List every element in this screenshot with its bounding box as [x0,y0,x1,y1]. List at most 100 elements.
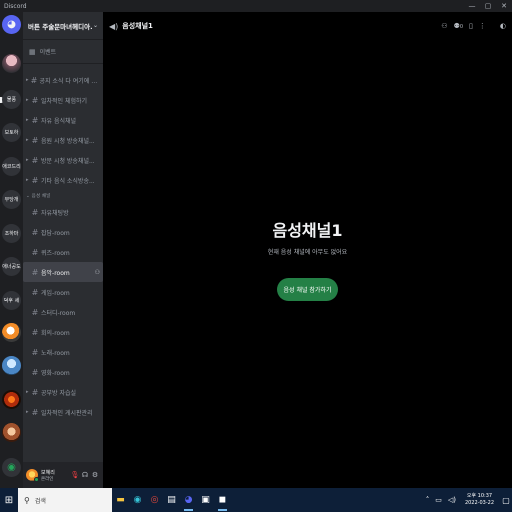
close-button[interactable]: ✕ [496,0,512,12]
channel-item[interactable]: ▸ # 방문 시청 방송채널... [23,150,103,170]
channel-label: 스터디-room [41,309,76,317]
voice-channel-item[interactable]: # 자유채팅방 [23,202,103,222]
voice-channel-item[interactable]: # 스터디-room [23,302,103,322]
server-avatar-5[interactable] [2,423,21,442]
app-icon[interactable]: ▣ [197,488,214,512]
voice-channel-item[interactable]: ▸ # 공부방 자습실 [23,382,103,402]
voice-channel-item[interactable]: # 잡담-room [23,222,103,242]
system-tray: ˄ ▭ ◁) 오후 10:37 2022-03-22 ▢ [423,488,512,512]
hash-icon: # [31,155,39,165]
voice-channel-item[interactable]: # 영화-room [23,362,103,382]
voice-channel-item[interactable]: ▸ # 일차적인 게시판관리 [23,402,103,422]
channel-label: 방문 시청 방송채널... [41,157,95,165]
server-item[interactable]: 덕후 세 [2,291,21,310]
avatar[interactable] [26,469,39,482]
invite-icon[interactable]: ⚇ [441,22,447,30]
chevron-up-icon[interactable]: ˄ [426,496,430,504]
server-avatar-4[interactable] [2,390,21,409]
user-info[interactable]: 보혜리 온라인 [41,469,70,482]
server-item[interactable]: 물풍 [2,90,21,109]
channel-label: 자유 음식채널 [41,117,77,125]
guild-header[interactable]: 버튼 주술문마녀헤디아... ⌄ [23,12,103,40]
discord-icon[interactable]: ◕ [180,488,197,512]
voice-channel-item[interactable]: # 게임-room [23,282,103,302]
gear-icon[interactable]: ⚙ [90,471,100,479]
events-label: 이벤트 [39,49,57,56]
app-title: Discord [4,2,27,10]
channel-label: 회의-room [41,329,70,337]
voice-channel-item[interactable]: # 노래-room [23,342,103,362]
channel-title: 음성채널1 [122,22,153,30]
server-avatar-2[interactable] [2,323,21,342]
channel-header: ◀) 음성채널1 ⚇ ⚉0 ▯ ⋮ ◐ [103,12,512,40]
channel-item[interactable]: ▸ # 기타 음식 소식방송... [23,170,103,190]
file-explorer-icon[interactable]: ▬ [112,488,129,512]
headphones-icon[interactable]: ☊ [80,471,90,479]
taskbar-app-icon[interactable]: ◼ [214,488,231,512]
inbox-icon[interactable]: ⋮ [479,22,486,30]
voice-channel-item[interactable]: # 회의-room [23,322,103,342]
clock-date: 2022-03-22 [464,500,494,506]
clock[interactable]: 오후 10:37 2022-03-22 [465,493,494,507]
server-item[interactable]: 보토하 [2,123,21,142]
chrome-icon[interactable]: ◎ [146,488,163,512]
hash-icon: # [31,207,39,217]
search-icon: ⚲ [24,495,30,505]
channel-label: 게임-room [41,289,70,297]
channel-label: 음악-room [41,269,70,277]
voice-channel-item-active[interactable]: # 음악-room ⚇ [23,262,103,282]
user-status: 온라인 [41,476,54,482]
notifications-icon[interactable]: ▢ [500,496,512,505]
channel-item[interactable]: ▸ # 자유 음식채널 [23,110,103,130]
user-panel: 보혜리 온라인 🎙 ☊ ⚙ [23,462,103,488]
speaker-icon: ◀) [109,21,119,31]
server-avatar-3[interactable] [2,356,21,375]
category-label: 음성 채널 [31,194,51,199]
server-rail: ◕ 물풍 보토하 애코드리 무당개 조하마 애너공도 덕후 세 ◉ [0,12,23,488]
windows-start-button[interactable]: ⊞ [0,488,18,512]
hash-icon: # [31,95,39,105]
store-icon[interactable]: ▤ [163,488,180,512]
channel-label: 노래-room [41,349,70,357]
channel-list: ▸#공지 소식 다 여기에 확인... ▸#일차적인 체험하기 ▸#자유 음식채… [23,64,103,422]
hash-icon: # [31,407,39,417]
chat-icon[interactable]: ▯ [469,22,473,30]
taskbar-search[interactable]: ⚲ 검색 [18,488,112,512]
network-icon[interactable]: ▭ [435,496,442,504]
server-item[interactable]: 애너공도 [2,257,21,276]
channel-item[interactable]: ▸ # 일차적인 체험하기 [23,90,103,110]
explore-servers-button[interactable]: ◉ [2,458,21,477]
events-link[interactable]: ▦ 이벤트 [23,40,103,64]
home-button[interactable]: ◕ [2,15,21,34]
channel-label: 잡담-room [41,229,70,237]
server-item[interactable]: 조하마 [2,224,21,243]
server-item[interactable]: 무당개 [2,190,21,209]
volume-icon[interactable]: ◁) [448,496,456,504]
add-member-icon[interactable]: ⚇ [95,269,100,276]
hash-icon: # [31,267,39,277]
channel-label: 공지 소식 다 여기에 확인... [39,77,100,85]
hash-icon: # [31,347,39,357]
edge-icon[interactable]: ◉ [129,488,146,512]
compass-icon: ◉ [7,462,16,473]
taskbar: ⊞ ⚲ 검색 ▬ ◉ ◎ ▤ ◕ ▣ ◼ ˄ ▭ ◁) 오후 10:37 202… [0,488,512,512]
hash-icon: # [31,175,39,185]
hash-icon: # [31,287,39,297]
hash-icon: # [31,327,39,337]
server-item[interactable]: 애코드리 [2,157,21,176]
discord-logo-icon: ◕ [7,19,16,30]
username: 보혜리 [41,469,55,476]
channel-item[interactable]: ▸ # 음원 시청 방송채널... [23,130,103,150]
voice-channel-item[interactable]: # 퀴즈-room [23,242,103,262]
channel-label: 음원 시청 방송채널... [41,137,95,145]
members-icon[interactable]: ⚉0 [454,22,463,30]
minimize-button[interactable]: — [464,0,480,12]
join-voice-button[interactable]: 음성 채널 참가하기 [276,278,339,301]
help-icon[interactable]: ◐ [500,22,506,30]
maximize-button[interactable]: ▢ [480,0,496,12]
channel-item[interactable]: ▸#공지 소식 다 여기에 확인... [23,70,103,90]
search-placeholder: 검색 [34,497,46,505]
server-avatar-1[interactable] [2,54,21,73]
mute-mic-icon[interactable]: 🎙 [70,471,80,479]
voice-category-header[interactable]: ⌄ 음성 채널 [23,190,103,202]
